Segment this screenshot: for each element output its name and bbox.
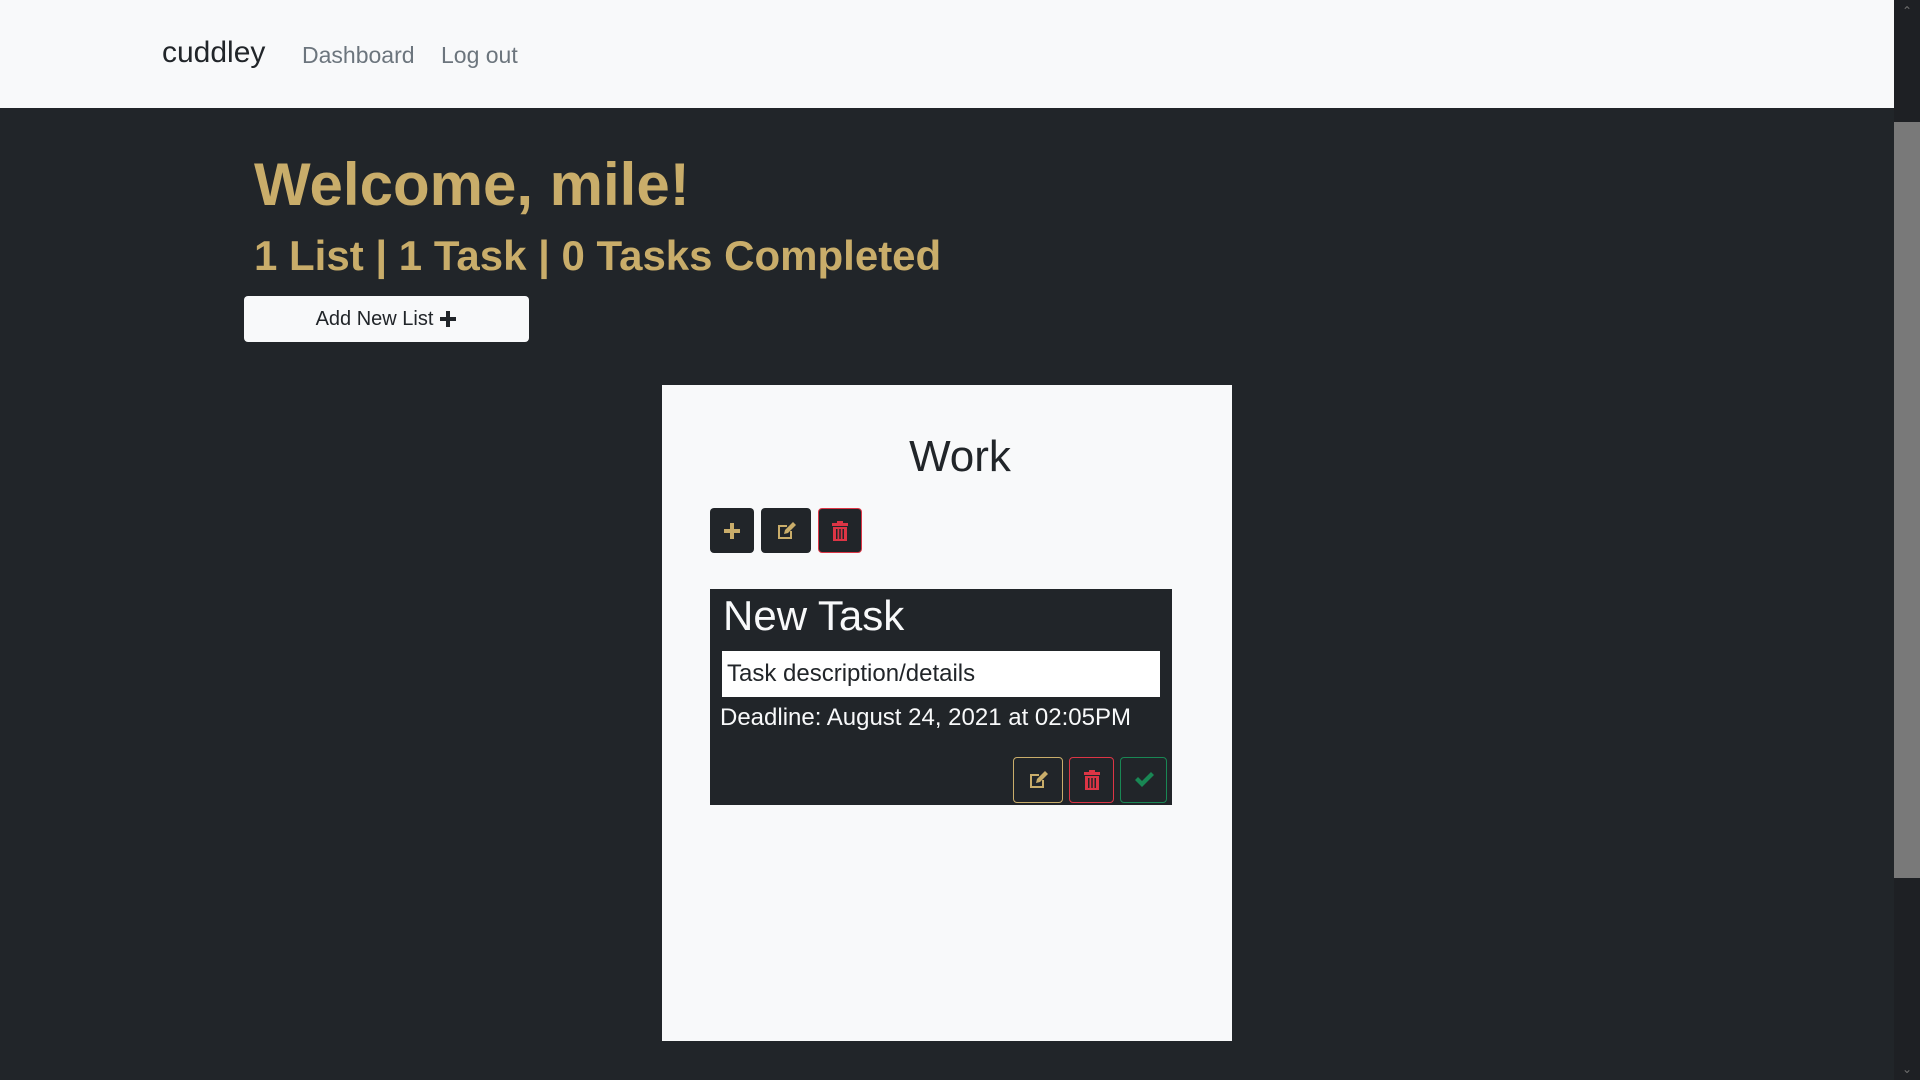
task-title: New Task	[723, 592, 905, 639]
delete-task-button[interactable]	[1069, 757, 1114, 803]
edit-icon	[778, 521, 796, 539]
trash-icon	[832, 520, 848, 541]
navbar: cuddley Dashboard Log out	[0, 0, 1894, 108]
brand-logo[interactable]: cuddley	[162, 36, 265, 70]
check-icon	[1134, 772, 1154, 787]
list-title: Work	[909, 432, 1011, 481]
trash-icon	[1083, 770, 1100, 790]
scroll-down-icon[interactable]: ⌄	[1900, 1062, 1914, 1076]
add-new-list-label: Add New List	[315, 307, 434, 330]
scrollbar-thumb[interactable]	[1894, 122, 1920, 878]
nav-link-logout[interactable]: Log out	[441, 42, 518, 69]
plus-icon	[724, 522, 740, 539]
nav-link-dashboard[interactable]: Dashboard	[302, 42, 415, 69]
add-task-button[interactable]	[710, 508, 754, 553]
edit-task-button[interactable]	[1013, 757, 1063, 803]
scroll-up-icon[interactable]: ⌃	[1900, 4, 1914, 18]
task-description-text: Task description/details	[727, 660, 976, 687]
edit-icon	[1030, 771, 1048, 788]
welcome-heading: Welcome, mile!	[254, 151, 690, 218]
delete-list-button[interactable]	[818, 508, 862, 553]
stats-summary: 1 List | 1 Task | 0 Tasks Completed	[254, 232, 942, 279]
edit-list-button[interactable]	[761, 508, 811, 553]
add-new-list-button[interactable]: Add New List	[244, 296, 529, 342]
task-deadline: Deadline: August 24, 2021 at 02:05PM	[720, 704, 1131, 731]
task-description: Task description/details	[722, 651, 1160, 697]
complete-task-button[interactable]	[1120, 757, 1167, 803]
plus-icon	[440, 311, 457, 327]
